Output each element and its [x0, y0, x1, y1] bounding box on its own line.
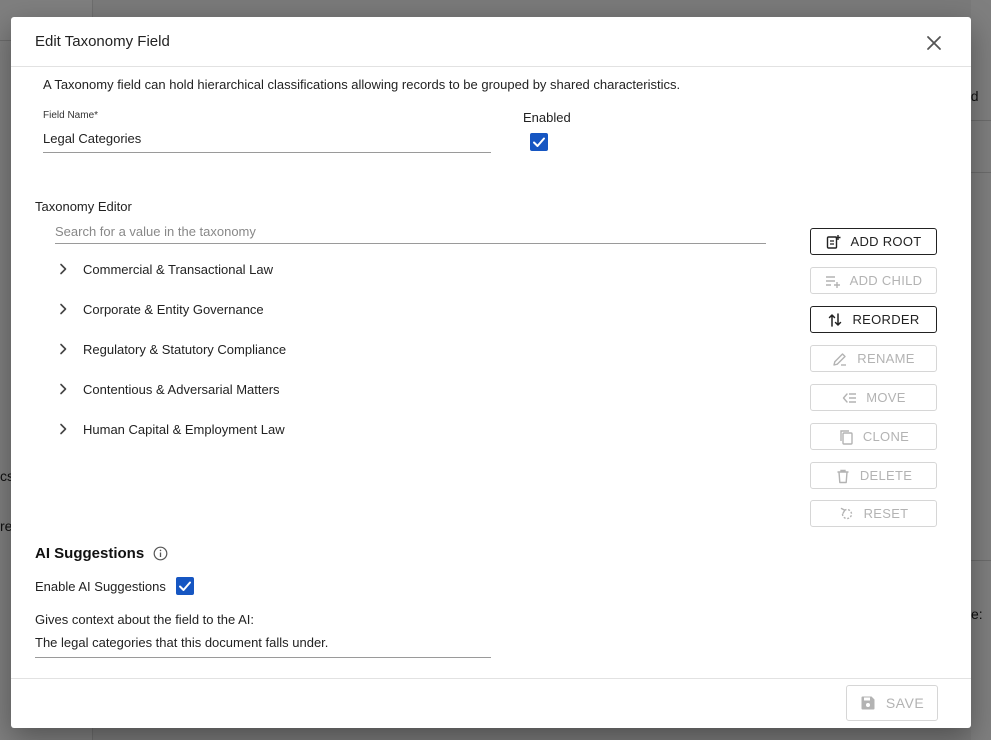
footer-divider [11, 678, 971, 679]
chevron-right-icon[interactable] [51, 257, 75, 281]
add-root-icon [825, 234, 841, 250]
rename-icon [832, 351, 848, 367]
close-icon [927, 36, 941, 50]
clone-button[interactable]: CLONE [810, 423, 937, 450]
delete-label: DELETE [859, 468, 913, 483]
rename-label: RENAME [857, 351, 915, 366]
add-child-button[interactable]: ADD CHILD [810, 267, 937, 294]
reset-label: RESET [863, 506, 909, 521]
add-child-icon [825, 273, 841, 289]
taxonomy-search-underline [55, 243, 766, 244]
add-root-label: ADD ROOT [850, 234, 922, 249]
move-label: MOVE [866, 390, 906, 405]
chevron-right-icon[interactable] [51, 297, 75, 321]
checkmark-icon [179, 581, 191, 591]
chevron-right-icon[interactable] [51, 417, 75, 441]
tree-item[interactable]: Human Capital & Employment Law [51, 417, 551, 441]
save-label: SAVE [885, 695, 925, 711]
add-root-button[interactable]: ADD ROOT [810, 228, 937, 255]
ai-suggestions-title: AI Suggestions [35, 545, 145, 562]
tree-item[interactable]: Regulatory & Statutory Compliance [51, 337, 551, 361]
info-icon[interactable] [153, 546, 168, 561]
chevron-right-icon[interactable] [51, 337, 75, 361]
reorder-label: REORDER [852, 312, 920, 327]
delete-icon [835, 468, 851, 484]
move-icon [841, 390, 857, 406]
edit-taxonomy-dialog: Edit Taxonomy Field A Taxonomy field can… [11, 17, 971, 728]
dialog-title: Edit Taxonomy Field [35, 33, 170, 50]
taxonomy-search-input[interactable] [55, 221, 765, 241]
rename-button[interactable]: RENAME [810, 345, 937, 372]
tree-item-label: Corporate & Entity Governance [83, 301, 264, 317]
tree-item-label: Contentious & Adversarial Matters [83, 381, 280, 397]
field-name-label: Field Name* [43, 110, 99, 121]
move-button[interactable]: MOVE [810, 384, 937, 411]
add-child-label: ADD CHILD [849, 273, 923, 288]
reorder-button[interactable]: REORDER [810, 306, 937, 333]
enable-ai-suggestions-label: Enable AI Suggestions [35, 579, 166, 594]
tree-item-label: Regulatory & Statutory Compliance [83, 341, 287, 357]
reorder-icon [827, 312, 843, 328]
field-name-input[interactable]: Legal Categories [43, 131, 141, 146]
dialog-description: A Taxonomy field can hold hierarchical c… [43, 77, 681, 92]
reset-button[interactable]: RESET [810, 500, 937, 527]
save-icon [860, 695, 876, 711]
checkmark-icon [533, 137, 545, 147]
taxonomy-editor-label: Taxonomy Editor [35, 199, 132, 214]
clone-icon [838, 429, 854, 445]
clone-label: CLONE [862, 429, 910, 444]
tree-item-label: Commercial & Transactional Law [83, 261, 274, 277]
ai-context-input[interactable]: The legal categories that this document … [35, 635, 328, 650]
dialog-header: Edit Taxonomy Field [11, 17, 971, 67]
tree-item[interactable]: Corporate & Entity Governance [51, 297, 551, 321]
tree-item-label: Human Capital & Employment Law [83, 421, 285, 437]
ai-context-label: Gives context about the field to the AI: [35, 612, 254, 627]
tree-item[interactable]: Commercial & Transactional Law [51, 257, 551, 281]
close-button[interactable] [921, 30, 947, 56]
enabled-checkbox[interactable] [530, 133, 548, 151]
reset-icon [839, 506, 855, 522]
tree-item[interactable]: Contentious & Adversarial Matters [51, 377, 551, 401]
save-button[interactable]: SAVE [846, 685, 938, 721]
delete-button[interactable]: DELETE [810, 462, 937, 489]
chevron-right-icon[interactable] [51, 377, 75, 401]
ai-context-underline [35, 657, 491, 658]
enable-ai-suggestions-checkbox[interactable] [176, 577, 194, 595]
enabled-label: Enabled [523, 110, 571, 125]
field-name-underline [43, 152, 491, 153]
